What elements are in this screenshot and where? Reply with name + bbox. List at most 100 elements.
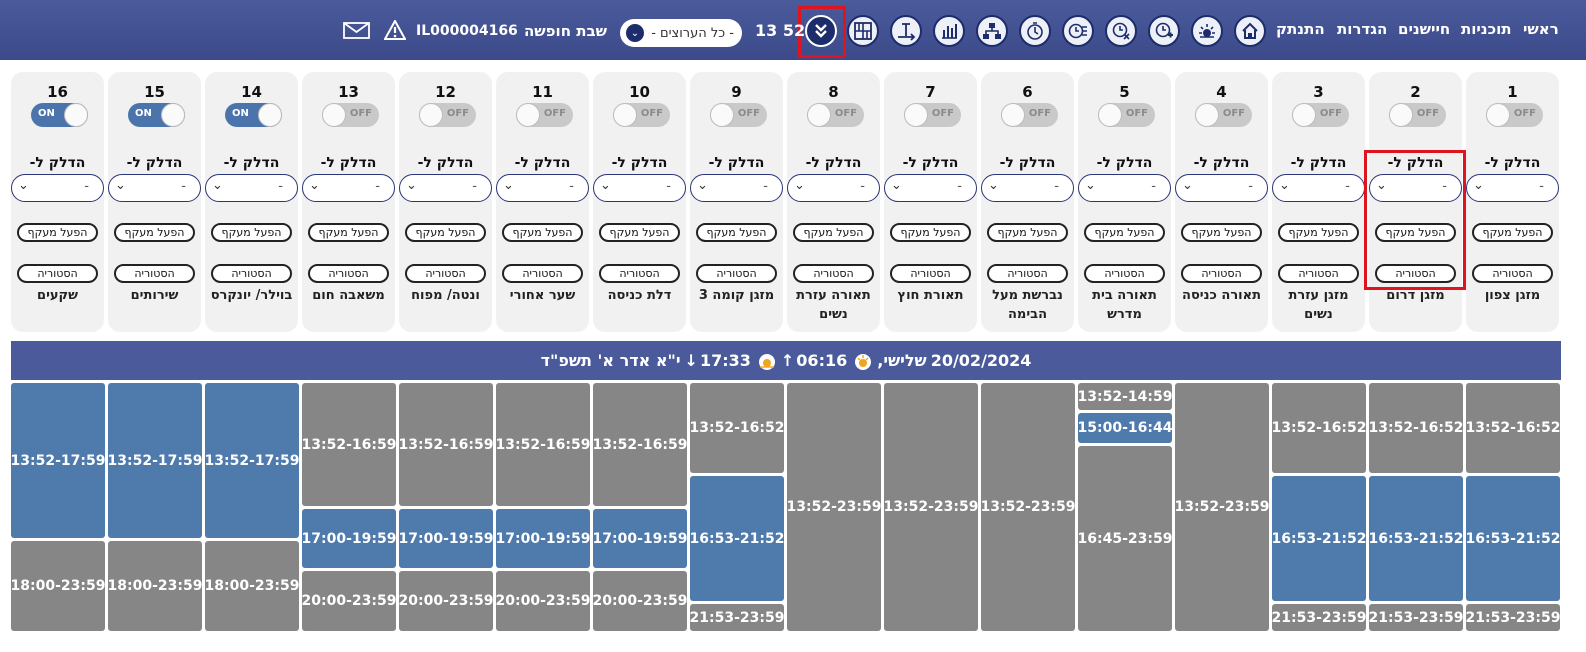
channel-toggle[interactable]: OFF <box>1195 103 1252 127</box>
channel-toggle[interactable]: OFF <box>1292 103 1349 127</box>
schedule-block[interactable]: 13:52-16:59 <box>496 383 590 506</box>
history-button[interactable]: הסטוריה <box>890 264 971 283</box>
mail-icon[interactable] <box>343 22 370 39</box>
channel-toggle[interactable]: OFF <box>419 103 476 127</box>
light-to-select[interactable]: ⌄ - <box>1272 174 1365 202</box>
light-to-select[interactable]: ⌄ - <box>496 174 589 202</box>
schedule-block[interactable]: 13:52-16:52 <box>1272 383 1366 473</box>
channel-group-select[interactable]: ⌄ - כל הערוצים - <box>620 19 742 47</box>
channel-toggle[interactable]: OFF <box>1098 103 1155 127</box>
schedule-block[interactable]: 20:00-23:59 <box>399 571 493 631</box>
schedule-block[interactable]: 21:53-23:59 <box>1466 604 1560 631</box>
channel-toggle[interactable]: OFF <box>710 103 767 127</box>
schedule-block[interactable]: 13:52-16:59 <box>302 383 396 506</box>
bypass-button[interactable]: הפעל מעקף <box>793 223 874 242</box>
channel-toggle[interactable]: OFF <box>807 103 864 127</box>
channel-toggle[interactable]: ON <box>225 103 282 127</box>
light-to-select[interactable]: ⌄ - <box>1466 174 1559 202</box>
timer-icon[interactable] <box>1019 15 1051 47</box>
channel-toggle[interactable]: OFF <box>516 103 573 127</box>
light-to-select[interactable]: ⌄ - <box>593 174 686 202</box>
grid-icon[interactable] <box>847 15 879 47</box>
schedule-block[interactable]: 20:00-23:59 <box>593 571 687 631</box>
nav-sensors[interactable]: חיישנים <box>1398 20 1450 38</box>
channel-toggle[interactable]: ON <box>128 103 185 127</box>
schedule-block[interactable]: 13:52-23:59 <box>981 383 1075 631</box>
bypass-button[interactable]: הפעל מעקף <box>308 223 389 242</box>
network-icon[interactable] <box>976 15 1008 47</box>
light-to-select[interactable]: ⌄ - <box>205 174 298 202</box>
bypass-button[interactable]: הפעל מעקף <box>17 223 98 242</box>
bar-chart-icon[interactable] <box>933 15 965 47</box>
schedule-block[interactable]: 21:53-23:59 <box>690 604 784 631</box>
light-to-select[interactable]: ⌄ - <box>884 174 977 202</box>
add-clock-icon[interactable] <box>1148 15 1180 47</box>
history-button[interactable]: הסטוריה <box>502 264 583 283</box>
light-to-select[interactable]: ⌄ - <box>108 174 201 202</box>
bypass-button[interactable]: הפעל מעקף <box>405 223 486 242</box>
bypass-button[interactable]: הפעל מעקף <box>1181 223 1262 242</box>
channel-toggle[interactable]: OFF <box>1486 103 1543 127</box>
bypass-button[interactable]: הפעל מעקף <box>211 223 292 242</box>
channel-toggle[interactable]: OFF <box>1389 103 1446 127</box>
nav-settings[interactable]: הגדרות <box>1337 20 1387 38</box>
bypass-button[interactable]: הפעל מעקף <box>502 223 583 242</box>
schedule-block[interactable]: 16:53-21:52 <box>690 476 784 601</box>
schedule-block[interactable]: 20:00-23:59 <box>302 571 396 631</box>
warning-icon[interactable] <box>384 20 406 40</box>
schedule-block[interactable]: 16:53-21:52 <box>1466 476 1560 601</box>
schedule-block[interactable]: 13:52-23:59 <box>787 383 881 631</box>
bypass-button[interactable]: הפעל מעקף <box>114 223 195 242</box>
nav-home[interactable]: ראשי <box>1523 20 1559 38</box>
channel-toggle[interactable]: ON <box>31 103 88 127</box>
schedule-block[interactable]: 18:00-23:59 <box>11 541 105 631</box>
schedule-block[interactable]: 18:00-23:59 <box>205 541 299 631</box>
schedule-block[interactable]: 16:53-21:52 <box>1272 476 1366 601</box>
bypass-button[interactable]: הפעל מעקף <box>1084 223 1165 242</box>
channel-toggle[interactable]: OFF <box>1001 103 1058 127</box>
history-button[interactable]: הסטוריה <box>1278 264 1359 283</box>
schedule-block[interactable]: 16:53-21:52 <box>1369 476 1463 601</box>
schedule-block[interactable]: 13:52-16:59 <box>593 383 687 506</box>
light-to-select[interactable]: ⌄ - <box>302 174 395 202</box>
schedule-block[interactable]: 13:52-23:59 <box>884 383 978 631</box>
list-clock-icon[interactable] <box>1062 15 1094 47</box>
bypass-button[interactable]: הפעל מעקף <box>1278 223 1359 242</box>
history-button[interactable]: הסטוריה <box>987 264 1068 283</box>
home-icon[interactable] <box>1234 15 1266 47</box>
schedule-block[interactable]: 21:53-23:59 <box>1369 604 1463 631</box>
schedule-block[interactable]: 18:00-23:59 <box>108 541 202 631</box>
schedule-block[interactable]: 13:52-17:59 <box>205 383 299 538</box>
bypass-button[interactable]: הפעל מעקף <box>1472 223 1553 242</box>
light-to-select[interactable]: ⌄ - <box>690 174 783 202</box>
history-button[interactable]: הסטוריה <box>1181 264 1262 283</box>
history-button[interactable]: הסטוריה <box>308 264 389 283</box>
schedule-block[interactable]: 17:00-19:59 <box>593 509 687 568</box>
schedule-block[interactable]: 15:00-16:44 <box>1078 413 1172 443</box>
light-to-select[interactable]: ⌄ - <box>1175 174 1268 202</box>
history-button[interactable]: הסטוריה <box>17 264 98 283</box>
clock-settings-icon[interactable] <box>1105 15 1137 47</box>
history-button[interactable]: הסטוריה <box>1472 264 1553 283</box>
schedule-block[interactable]: 13:52-16:52 <box>1369 383 1463 473</box>
nav-logout[interactable]: התנתק <box>1276 20 1325 38</box>
bypass-button[interactable]: הפעל מעקף <box>987 223 1068 242</box>
bypass-button[interactable]: הפעל מעקף <box>696 223 777 242</box>
schedule-block[interactable]: 17:00-19:59 <box>496 509 590 568</box>
bypass-button[interactable]: הפעל מעקף <box>890 223 971 242</box>
history-button[interactable]: הסטוריה <box>599 264 680 283</box>
schedule-block[interactable]: 20:00-23:59 <box>496 571 590 631</box>
sunset-icon[interactable] <box>1191 15 1223 47</box>
history-button[interactable]: הסטוריה <box>405 264 486 283</box>
light-to-select[interactable]: ⌄ - <box>1078 174 1171 202</box>
light-to-select[interactable]: ⌄ - <box>981 174 1074 202</box>
schedule-block[interactable]: 13:52-23:59 <box>1175 383 1269 631</box>
history-button[interactable]: הסטוריה <box>1084 264 1165 283</box>
schedule-block[interactable]: 13:52-17:59 <box>108 383 202 538</box>
history-button[interactable]: הסטוריה <box>696 264 777 283</box>
schedule-block[interactable]: 17:00-19:59 <box>399 509 493 568</box>
schedule-block[interactable]: 21:53-23:59 <box>1272 604 1366 631</box>
schedule-block[interactable]: 13:52-17:59 <box>11 383 105 538</box>
collapse-icon[interactable] <box>805 15 837 47</box>
schedule-block[interactable]: 13:52-16:52 <box>690 383 784 473</box>
